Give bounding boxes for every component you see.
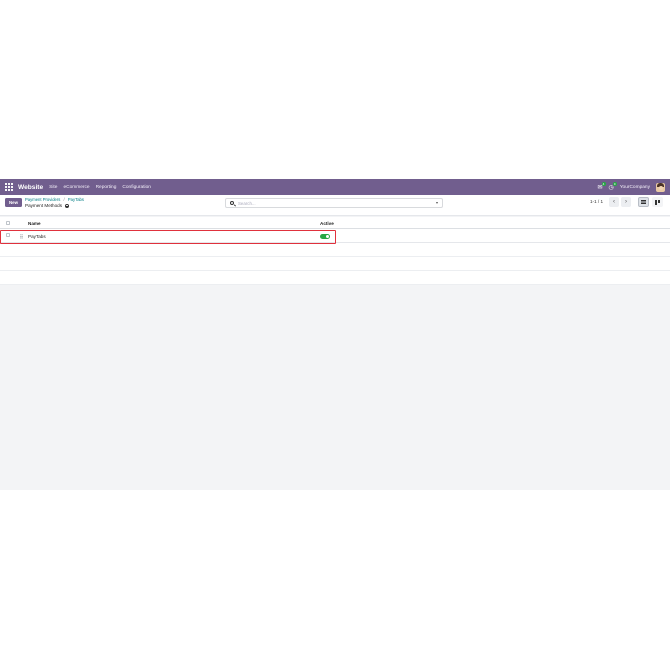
search-icon [230, 201, 234, 205]
menu-reporting[interactable]: Reporting [96, 185, 117, 190]
search-input[interactable] [238, 200, 418, 206]
page-title-row: Payment Methods [25, 203, 70, 208]
page-title: Payment Methods [25, 203, 63, 208]
messages-badge: 4 [601, 181, 606, 186]
list-view-icon [641, 200, 646, 204]
app-menu-grid-icon[interactable] [5, 182, 14, 192]
systray: ✉ 4 ◷ 9 YourCompany [597, 179, 665, 195]
top-navbar: Website Site eCommerce Reporting Configu… [0, 179, 670, 195]
company-switcher[interactable]: YourCompany [620, 185, 650, 190]
menu-site[interactable]: Site [49, 185, 57, 190]
messages-icon[interactable]: ✉ 4 [597, 181, 606, 191]
drag-handle-icon[interactable] [20, 234, 23, 239]
user-avatar[interactable] [656, 182, 665, 192]
kanban-view-button[interactable] [652, 197, 663, 207]
pager-previous-button[interactable]: ‹ [609, 197, 619, 207]
pager-value[interactable]: 1-1 / 1 [590, 199, 603, 204]
control-panel: New Payment Providers / PayTabs Payment … [0, 195, 670, 216]
column-header-active[interactable]: Active [320, 221, 334, 226]
breadcrumb: Payment Providers / PayTabs [25, 197, 84, 202]
table-header: Name Active [0, 217, 670, 229]
empty-row [0, 271, 670, 285]
list-view-button[interactable] [638, 197, 649, 207]
search-options-toggle-icon[interactable] [436, 202, 438, 204]
column-header-name[interactable]: Name [28, 221, 41, 226]
menu-configuration[interactable]: Configuration [122, 185, 151, 190]
app-window: Website Site eCommerce Reporting Configu… [0, 179, 670, 490]
app-name[interactable]: Website [18, 184, 43, 191]
pager-next-button[interactable]: › [621, 197, 631, 207]
activity-clock-icon[interactable]: ◷ 9 [609, 181, 617, 191]
list-table: Name Active PayTabs [0, 217, 670, 285]
row-name[interactable]: PayTabs [28, 234, 46, 239]
active-toggle[interactable] [320, 234, 330, 239]
breadcrumb-payment-providers[interactable]: Payment Providers [25, 197, 60, 202]
gear-icon[interactable] [65, 203, 70, 208]
breadcrumb-paytabs[interactable]: PayTabs [68, 197, 84, 202]
search-bar [225, 198, 443, 208]
breadcrumb-separator: / [63, 197, 65, 202]
new-button[interactable]: New [5, 198, 22, 207]
kanban-view-icon [655, 199, 660, 205]
empty-row [0, 243, 670, 257]
empty-row [0, 257, 670, 271]
select-all-checkbox[interactable] [6, 221, 10, 225]
row-checkbox[interactable] [6, 233, 10, 237]
menu-ecommerce[interactable]: eCommerce [63, 185, 89, 190]
table-row[interactable]: PayTabs [0, 229, 670, 243]
activity-badge: 9 [612, 181, 617, 186]
